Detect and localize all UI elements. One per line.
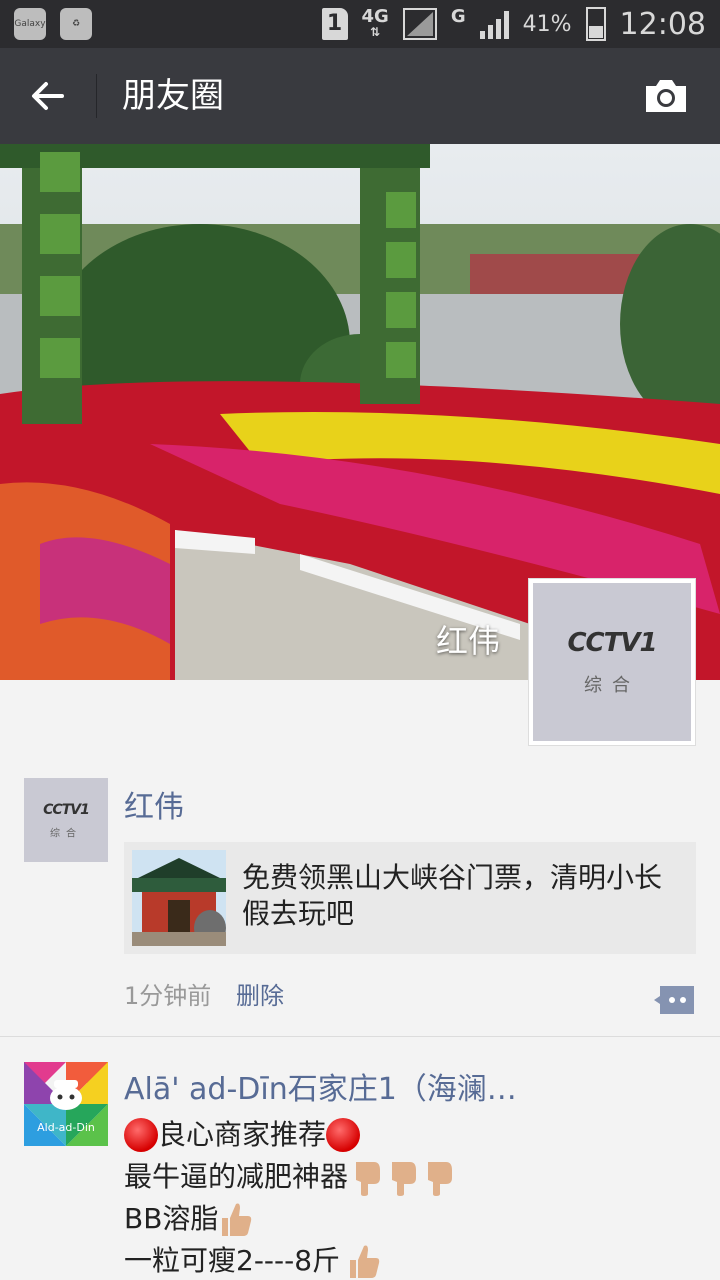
shared-link-title: 免费领黑山大峡谷门票，清明小长假去玩吧 <box>242 861 663 930</box>
thumbs-up-icon <box>350 1245 380 1278</box>
battery-percent: 41% <box>522 11 572 37</box>
galaxy-icon: Galaxy <box>14 8 46 40</box>
status-bar: Galaxy ♻ 1 4G ⇅ G 41% 12:08 <box>0 0 720 48</box>
post-line-text: 最牛逼的减肥神器 <box>124 1160 349 1193</box>
clock: 12:08 <box>619 6 706 42</box>
post-timestamp: 1分钟前 <box>124 982 212 1010</box>
post-line: 良心商家推荐 <box>124 1114 456 1156</box>
signal-bars-icon <box>479 9 509 39</box>
pointing-down-icon <box>428 1162 453 1196</box>
avatar[interactable]: Ald-ad-Din <box>24 1062 108 1146</box>
post-divider <box>0 1036 720 1037</box>
pointing-down-icon <box>392 1162 417 1196</box>
avatar-sub: 综合 <box>50 828 82 840</box>
recycle-icon: ♻ <box>60 8 92 40</box>
post-author[interactable]: Alā' ad-Dīn石家庄1（海澜… <box>124 1064 524 1108</box>
network-type-2: G <box>450 6 466 27</box>
red-circle-icon <box>124 1118 158 1152</box>
post-line: 最牛逼的减肥神器 <box>124 1156 456 1198</box>
cover-user-name: 红伟 <box>436 622 501 660</box>
post-line: BB溶脂 <box>124 1198 456 1240</box>
delete-link[interactable]: 删除 <box>236 976 284 1011</box>
avatar-logo: CCTV1 <box>43 801 90 818</box>
arrow-left-icon[interactable] <box>28 76 68 116</box>
camera-icon[interactable] <box>642 76 690 116</box>
post-line-text: 良心商家推荐 <box>158 1118 327 1151</box>
cover-avatar-sub: 综合 <box>584 675 640 697</box>
pointing-down-icon <box>356 1162 381 1196</box>
post-author[interactable]: 红伟 <box>124 782 184 826</box>
post-line-text: BB溶脂 <box>124 1202 219 1235</box>
page-title: 朋友圈 <box>122 76 224 116</box>
comment-icon[interactable] <box>652 984 696 1016</box>
signal-icon <box>402 8 437 40</box>
shared-link-thumbnail <box>132 850 226 946</box>
network-type: 4G ⇅ <box>361 5 389 39</box>
red-circle-icon <box>326 1118 361 1152</box>
sim-slot-indicator: 1 <box>321 8 348 40</box>
post-body: 良心商家推荐 最牛逼的减肥神器 BB溶脂 一粒可瘦2----8斤 <box>124 1114 456 1280</box>
title-bar: 朋友圈 <box>0 48 720 144</box>
post-line-text: 一粒可瘦2----8斤 <box>124 1244 341 1277</box>
avatar[interactable]: CCTV1 综合 <box>24 778 108 862</box>
avatar-tag: Ald-ad-Din <box>37 1121 95 1134</box>
post-line: 一粒可瘦2----8斤 <box>124 1240 456 1280</box>
cover-avatar[interactable]: CCTV1 综合 <box>528 578 696 746</box>
shared-link-card[interactable]: 免费领黑山大峡谷门票，清明小长假去玩吧 <box>124 842 696 954</box>
battery-icon <box>585 7 606 41</box>
thumbs-up-icon <box>222 1203 252 1236</box>
header-divider <box>96 74 97 118</box>
cover-avatar-logo: CCTV1 <box>567 628 657 659</box>
